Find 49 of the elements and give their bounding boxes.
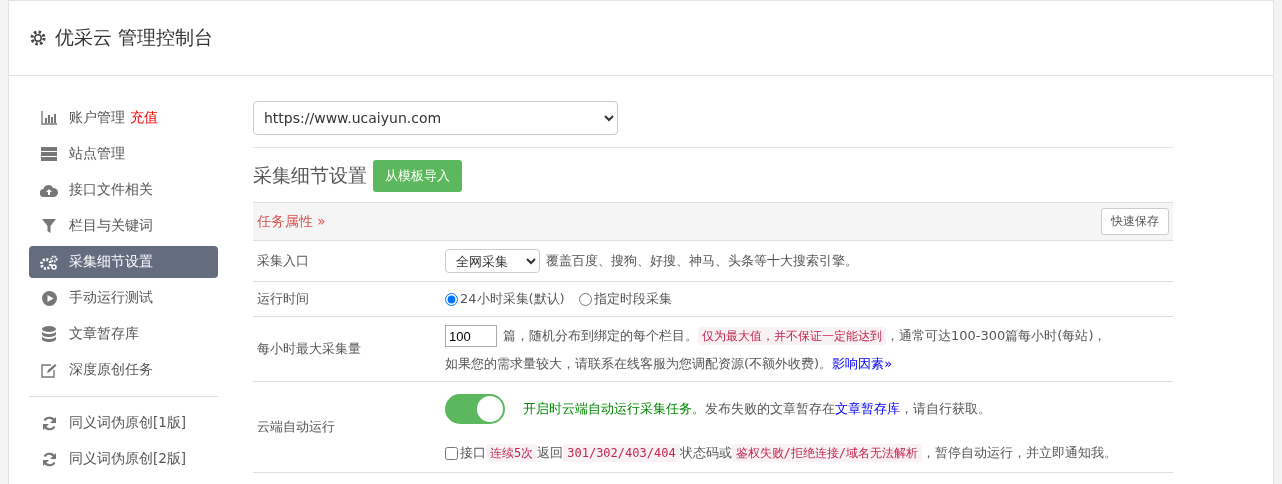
field-label: 云端自动运行 bbox=[256, 418, 336, 436]
description-text: 覆盖百度、搜狗、好搜、神马、头条等十大搜索引擎。 bbox=[546, 252, 858, 270]
cloud-upload-icon bbox=[40, 183, 58, 197]
sidebar-item[interactable]: 账户管理 充值 bbox=[29, 102, 218, 134]
play-icon bbox=[41, 290, 57, 306]
refresh-icon bbox=[41, 451, 57, 467]
edit-icon bbox=[41, 362, 57, 378]
panel-title[interactable]: 任务属性 » bbox=[257, 212, 326, 231]
description-text: 如果您的需求量较大，请联系在线客服为您调配资源(不额外收费)。影响因素» bbox=[445, 355, 894, 373]
highlight-text: 301/302/403/404 bbox=[563, 444, 680, 462]
radio-option[interactable]: 24小时采集(默认) bbox=[445, 290, 565, 308]
filter-icon bbox=[42, 219, 56, 233]
settings-icon bbox=[29, 29, 47, 47]
radio-option[interactable]: 指定时段采集 bbox=[578, 290, 672, 308]
description-text: 接口 连续5次 返回 301/302/403/404 状态码或 鉴权失败/拒绝连接/域名无法解析 ，暂停自动运行，并立即通知我。 bbox=[460, 444, 1118, 462]
site-select[interactable]: https://www.ucaiyun.com bbox=[253, 101, 618, 135]
sidebar-item[interactable]: 文章暂存库 bbox=[29, 318, 218, 350]
field-label: 采集入口 bbox=[256, 252, 310, 270]
toggle-switch[interactable] bbox=[445, 394, 505, 424]
description-text: 篇，随机分布到绑定的每个栏目。 仅为最大值，并不保证一定能达到 ，通常可达100-300篇每小时(每站)， bbox=[503, 327, 1107, 345]
source-select[interactable]: 全网采集 bbox=[445, 249, 540, 273]
field-label: 运行时间 bbox=[256, 290, 310, 308]
sidebar-item[interactable]: 接口文件相关 bbox=[29, 174, 218, 206]
recharge-link[interactable]: 充值 bbox=[130, 109, 158, 127]
checkbox[interactable] bbox=[445, 446, 458, 460]
sidebar-item[interactable]: 手动运行测试 bbox=[29, 282, 218, 314]
description-text: 开启时云端自动运行采集任务。发布失败的文章暂存在文章暂存库，请自行获取。 bbox=[523, 400, 991, 418]
server-icon bbox=[41, 147, 57, 161]
section-title: 采集细节设置 bbox=[253, 163, 367, 188]
highlight-text: 连续5次 bbox=[486, 444, 538, 462]
sidebar-item[interactable]: 同义词伪原创[2版] bbox=[29, 443, 218, 475]
sidebar-item[interactable]: 同义词伪原创[1版] bbox=[29, 407, 218, 439]
link[interactable]: 影响因素» bbox=[832, 356, 893, 371]
sidebar-item[interactable]: 深度原创任务 bbox=[29, 354, 218, 386]
refresh-icon bbox=[41, 415, 57, 431]
sidebar-item[interactable]: 栏目与关键词 bbox=[29, 210, 218, 242]
field-label: 每小时最大采集量 bbox=[256, 340, 362, 358]
highlight-text: 鉴权失败/拒绝连接/域名无法解析 bbox=[731, 444, 923, 462]
database-icon bbox=[42, 326, 56, 342]
radio-button[interactable] bbox=[445, 292, 458, 306]
link[interactable]: 文章暂存库 bbox=[835, 401, 900, 416]
page-title: 优采云 管理控制台 bbox=[55, 25, 214, 50]
sidebar-item[interactable]: 采集细节设置 bbox=[29, 246, 218, 278]
sidebar-item[interactable]: 站点管理 bbox=[29, 138, 218, 170]
bar-chart-icon bbox=[41, 111, 57, 125]
quick-save-button[interactable]: 快速保存 bbox=[1101, 208, 1169, 235]
number-input[interactable]: 100 bbox=[445, 325, 497, 347]
radio-button[interactable] bbox=[578, 292, 592, 306]
highlight-text: 仅为最大值，并不保证一定能达到 bbox=[698, 327, 886, 345]
